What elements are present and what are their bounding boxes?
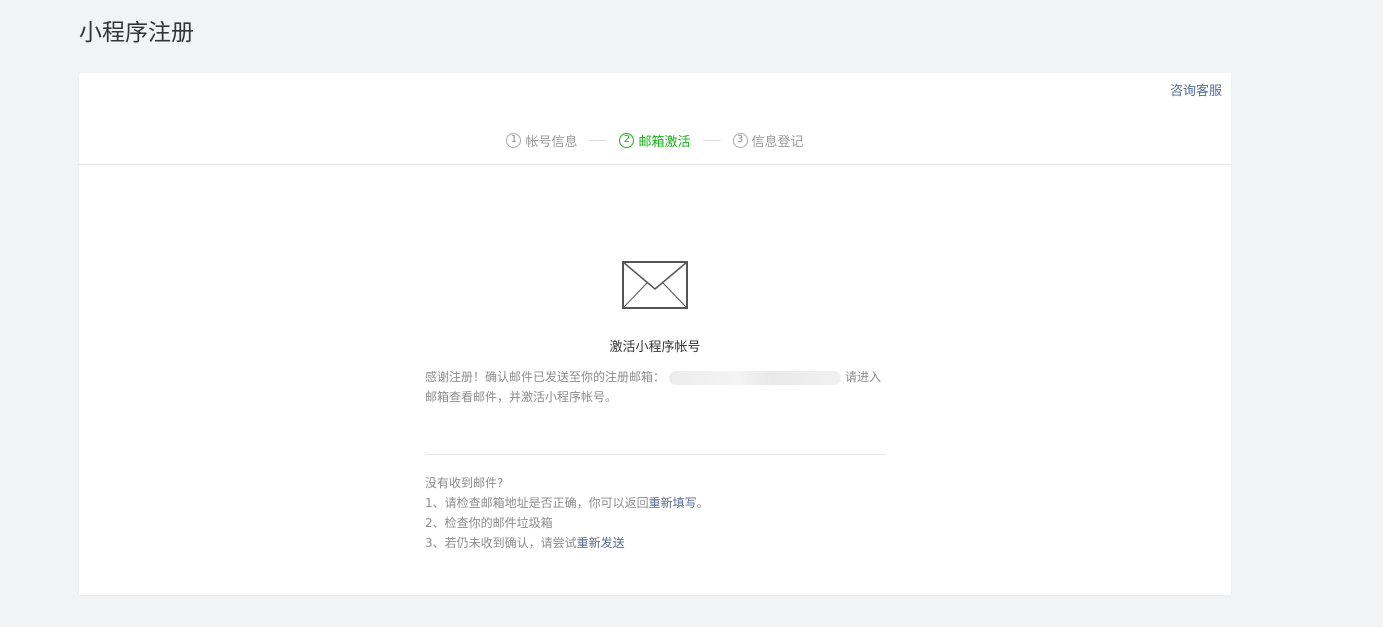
tip-text: 3、若仍未收到确认，请尝试 <box>425 536 577 550</box>
header-divider <box>79 164 1231 165</box>
step-label: 邮箱激活 <box>638 134 691 150</box>
tip-item-1: 1、请检查邮箱地址是否正确，你可以返回重新填写。 <box>425 493 885 513</box>
registration-card: 咨询客服 1 帐号信息 2 邮箱激活 3 信息登记 激活小程序帐号 感谢注册！确… <box>79 73 1231 595</box>
resend-link[interactable]: 重新发送 <box>577 536 625 550</box>
tips-heading: 没有收到邮件? <box>425 476 504 490</box>
step-connector <box>702 139 721 141</box>
refill-link[interactable]: 重新填写 <box>649 496 697 510</box>
tip-item-2: 2、检查你的邮件垃圾箱 <box>425 516 553 530</box>
step-email-activation: 2 邮箱激活 <box>619 131 691 150</box>
activation-notice: 感谢注册！确认邮件已发送至你的注册邮箱： 请进入邮箱查看邮件，并激活小程序帐号。 <box>425 367 885 407</box>
tip-text: 1、请检查邮箱地址是否正确，你可以返回 <box>425 496 649 510</box>
step-number-3: 3 <box>732 132 748 148</box>
step-connector <box>589 139 608 141</box>
step-label: 信息登记 <box>751 134 804 150</box>
page-title: 小程序注册 <box>79 20 194 46</box>
step-indicator: 1 帐号信息 2 邮箱激活 3 信息登记 <box>79 130 1231 150</box>
activation-content: 激活小程序帐号 感谢注册！确认邮件已发送至你的注册邮箱： 请进入邮箱查看邮件，并激… <box>425 261 886 553</box>
email-tips: 没有收到邮件? 1、请检查邮箱地址是否正确，你可以返回重新填写。 2、检查你的邮… <box>425 473 885 553</box>
step-account-info: 1 帐号信息 <box>506 131 577 150</box>
step-number-1: 1 <box>506 132 522 148</box>
tip-text: 。 <box>696 496 709 510</box>
masked-email <box>669 370 842 385</box>
content-divider <box>425 454 886 455</box>
envelope-icon <box>622 261 688 309</box>
step-number-2: 2 <box>619 132 635 148</box>
step-label: 帐号信息 <box>525 134 578 150</box>
customer-service-link[interactable]: 咨询客服 <box>1170 84 1222 100</box>
notice-prefix: 感谢注册！确认邮件已发送至你的注册邮箱： <box>425 370 666 384</box>
activation-title: 激活小程序帐号 <box>609 340 701 355</box>
step-info-registration: 3 信息登记 <box>732 131 804 150</box>
tip-item-3: 3、若仍未收到确认，请尝试重新发送 <box>425 533 885 553</box>
